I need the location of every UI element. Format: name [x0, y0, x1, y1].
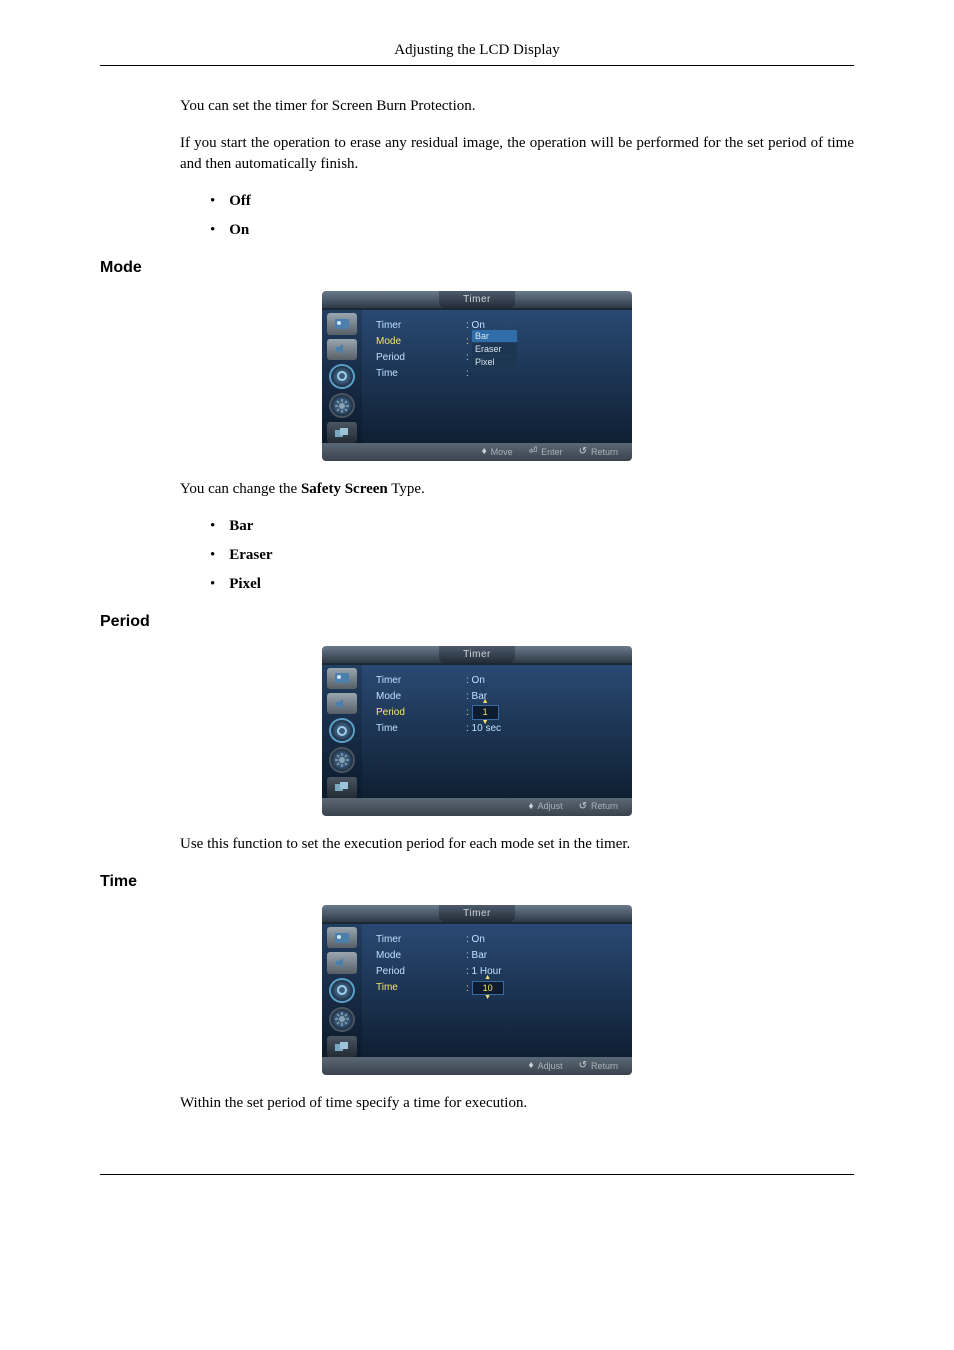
footer-hint-enter: ⏎Enter [529, 445, 563, 459]
enter-icon: ⏎ [529, 445, 537, 459]
osd-row-label: Mode [376, 949, 466, 963]
updown-icon: ♦ [528, 1059, 533, 1073]
osd-title-text: Timer [439, 905, 515, 922]
osd-row-label: Timer [376, 933, 466, 947]
osd-option[interactable]: Bar [472, 330, 517, 342]
osd-titlebar: Timer [322, 646, 632, 663]
osd-row-label: Mode [376, 690, 466, 704]
list-item-label: Eraser [229, 547, 272, 563]
mode-bullet-list: •Bar •Eraser •Pixel [210, 516, 854, 595]
osd-screenshot-mode: Timer [322, 291, 632, 461]
footer-hint-return: ↺Return [579, 445, 618, 459]
section-heading-time: Time [100, 871, 854, 893]
picture-icon [327, 668, 357, 689]
intro-paragraph-2: If you start the operation to erase any … [180, 133, 854, 175]
osd-row-label: Period [376, 706, 466, 720]
page-header: Adjusting the LCD Display [100, 40, 854, 61]
footer-hint-return: ↺Return [579, 1059, 618, 1073]
multi-icon [327, 777, 357, 798]
picture-icon [327, 927, 357, 948]
sound-icon [327, 339, 357, 360]
list-item: •On [210, 220, 854, 241]
return-icon: ↺ [579, 1059, 587, 1073]
footer-hint-move: ♦Move [482, 445, 513, 459]
osd-row-value: : 1 [466, 705, 499, 720]
osd-category-icons [322, 308, 362, 443]
osd-row-label: Period [376, 965, 466, 979]
sound-icon [327, 693, 357, 714]
footer-rule [100, 1174, 854, 1175]
osd-category-icons [322, 663, 362, 798]
osd-row-value: : Bar [466, 949, 487, 963]
footer-hint-return: ↺Return [579, 800, 618, 814]
intro-bullet-list: •Off •On [210, 191, 854, 241]
period-body: Use this function to set the execution p… [180, 834, 854, 855]
intro-paragraph-1: You can set the timer for Screen Burn Pr… [180, 96, 854, 117]
osd-title-text: Timer [439, 646, 515, 663]
section-heading-mode: Mode [100, 257, 854, 279]
list-item: •Pixel [210, 574, 854, 595]
osd-row-label: Time [376, 981, 466, 995]
osd-row-value: : [466, 351, 469, 365]
setup-icon [329, 364, 355, 389]
setup-icon [329, 718, 355, 743]
osd-row-label: Time [376, 722, 466, 736]
list-item-label: On [229, 222, 249, 238]
list-item: •Bar [210, 516, 854, 537]
osd-row-label: Mode [376, 335, 466, 349]
return-icon: ↺ [579, 445, 587, 459]
osd-row-value: : [466, 335, 469, 349]
gear-icon [329, 393, 355, 418]
multi-icon [327, 422, 357, 443]
list-item-label: Pixel [229, 576, 261, 592]
osd-row-value: : [466, 367, 469, 381]
footer-hint-adjust: ♦Adjust [528, 800, 562, 814]
osd-row-value: : 10 [466, 981, 504, 996]
gear-icon [329, 747, 355, 772]
list-item-label: Off [229, 193, 251, 209]
osd-row-label: Period [376, 351, 466, 365]
picture-icon [327, 313, 357, 334]
multi-icon [327, 1036, 357, 1057]
period-spinner[interactable]: 1 [472, 705, 499, 720]
osd-screenshot-period: Timer Timer: On Mode: Bar Period: 1 Time… [322, 646, 632, 816]
sound-icon [327, 952, 357, 973]
osd-option[interactable]: Eraser [472, 343, 517, 355]
time-spinner[interactable]: 10 [472, 981, 504, 996]
osd-row-label: Timer [376, 319, 466, 333]
osd-title-text: Timer [439, 291, 515, 308]
osd-titlebar: Timer [322, 905, 632, 922]
osd-row-label: Time [376, 367, 466, 381]
list-item-label: Bar [229, 518, 253, 534]
section-heading-period: Period [100, 611, 854, 633]
osd-screenshot-time: Timer Timer: On Mode: Bar Period: 1 Hour… [322, 905, 632, 1075]
time-body: Within the set period of time specify a … [180, 1093, 854, 1114]
updown-icon: ♦ [482, 445, 487, 459]
osd-row-value: : On [466, 933, 485, 947]
header-rule [100, 65, 854, 66]
return-icon: ↺ [579, 800, 587, 814]
osd-titlebar: Timer [322, 291, 632, 308]
updown-icon: ♦ [528, 800, 533, 814]
osd-row-value: : On [466, 674, 485, 688]
mode-body: You can change the Safety Screen Type. [180, 479, 854, 500]
gear-icon [329, 1007, 355, 1032]
osd-row-label: Timer [376, 674, 466, 688]
osd-option-popup: Bar Eraser Pixel [472, 330, 517, 369]
setup-icon [329, 978, 355, 1003]
list-item: •Eraser [210, 545, 854, 566]
osd-option[interactable]: Pixel [472, 356, 517, 368]
bold-term: Safety Screen [301, 481, 388, 497]
osd-category-icons [322, 922, 362, 1057]
list-item: •Off [210, 191, 854, 212]
footer-hint-adjust: ♦Adjust [528, 1059, 562, 1073]
